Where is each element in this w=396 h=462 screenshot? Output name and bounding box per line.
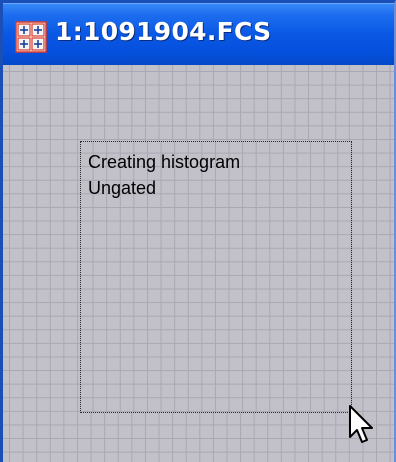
mouse-pointer-icon xyxy=(349,405,373,443)
plot-canvas[interactable]: Creating histogram Ungated xyxy=(3,65,394,462)
status-line-creating: Creating histogram xyxy=(88,152,241,172)
fcs-document-icon xyxy=(15,21,47,53)
title-bar[interactable]: 1:1091904.FCS xyxy=(3,3,394,65)
histogram-placeholder-box[interactable]: Creating histogram Ungated xyxy=(80,141,352,413)
status-line-gate: Ungated xyxy=(88,178,157,198)
fcs-document-window[interactable]: 1:1091904.FCS Creating histogram Ungated xyxy=(0,0,396,462)
window-title: 1:1091904.FCS xyxy=(55,17,272,46)
